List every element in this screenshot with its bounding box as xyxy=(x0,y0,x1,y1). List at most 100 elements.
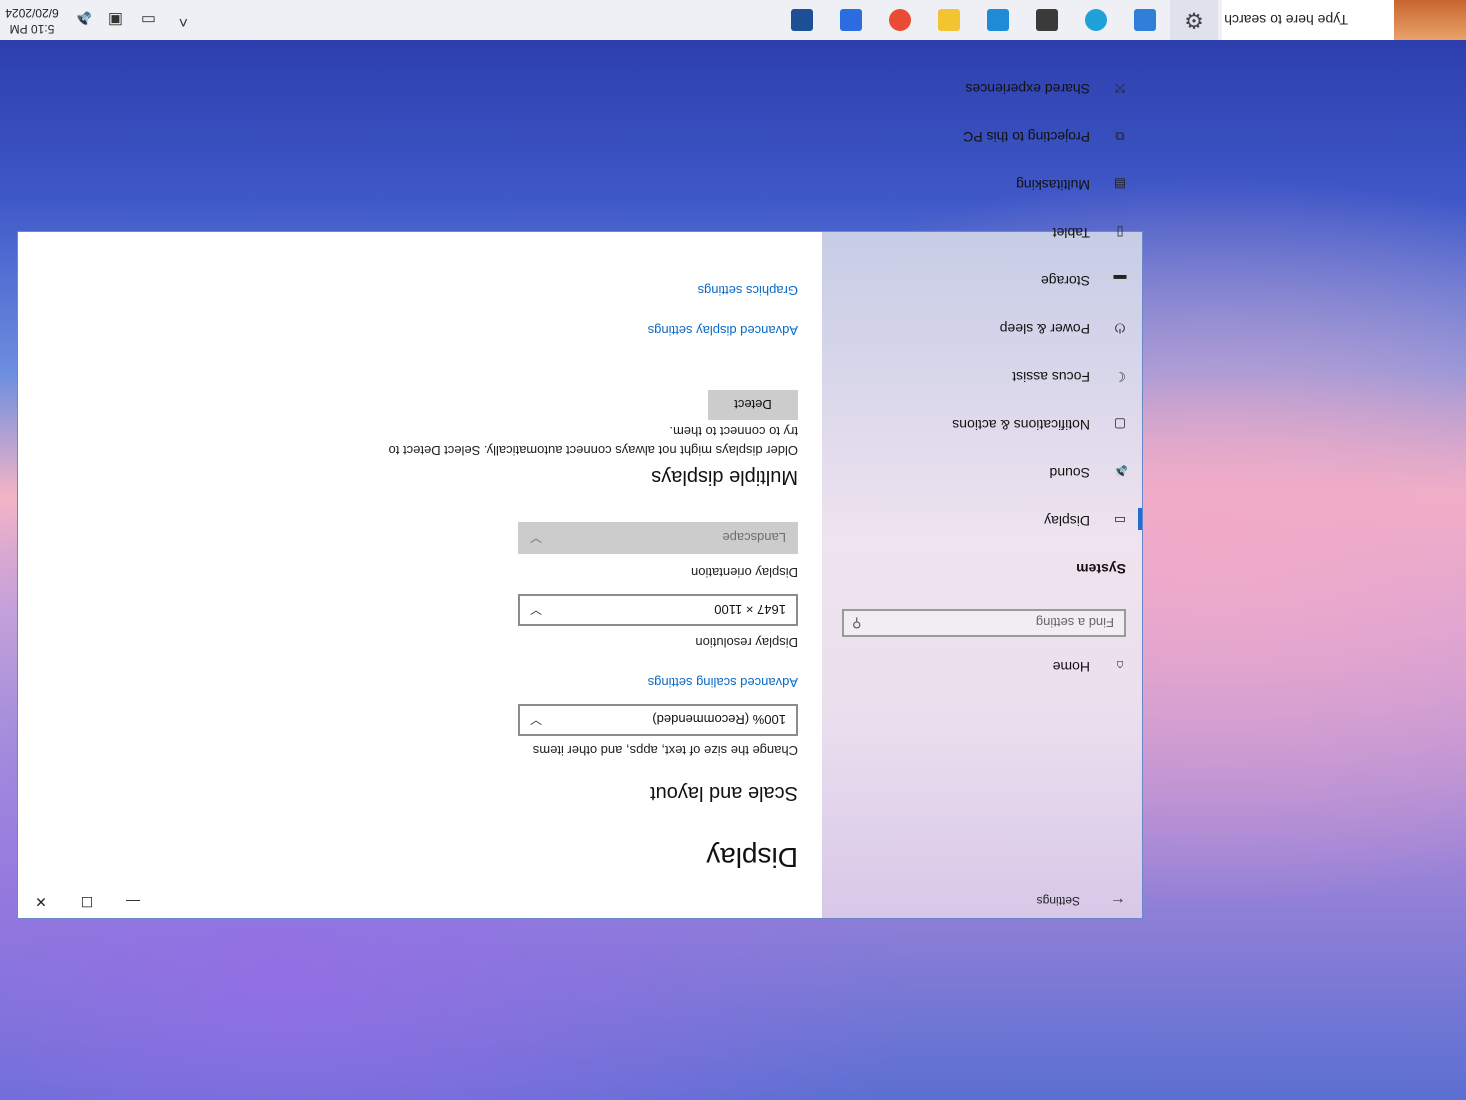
display-settings-content: — ☐ ✕ Display Scale and layout Change th… xyxy=(18,232,822,918)
advanced-display-link[interactable]: Advanced display settings xyxy=(648,323,798,338)
multiple-displays-heading: Multiple displays xyxy=(651,466,798,488)
graphics-settings-link[interactable]: Graphics settings xyxy=(698,283,798,298)
nav-item-label: Projecting to this PC xyxy=(963,129,1090,145)
multiple-displays-text-line1: Older displays might not always connect … xyxy=(388,443,798,458)
taskbar-python-button[interactable] xyxy=(933,4,965,36)
clock-date: 6/20/2024 xyxy=(5,6,59,20)
nav-item-power-sleep[interactable]: ⏻ Power & sleep xyxy=(822,306,1142,350)
minimize-button[interactable]: — xyxy=(110,886,156,918)
window-title: Settings xyxy=(1036,894,1080,908)
taskbar-media-player-button[interactable] xyxy=(1031,4,1063,36)
orientation-label: Display orientation xyxy=(691,565,798,580)
nav-item-shared-experiences[interactable]: ⤧ Shared experiences xyxy=(822,66,1142,110)
shared-icon: ⤧ xyxy=(1114,81,1126,96)
battery-icon[interactable]: ▣ xyxy=(108,10,123,30)
page-title: Display xyxy=(706,842,798,873)
chevron-down-icon: ﹀ xyxy=(530,602,543,616)
detect-button[interactable]: Detect xyxy=(708,390,798,420)
nav-item-tablet[interactable]: ▯ Tablet xyxy=(822,210,1142,254)
moon-icon: ☾ xyxy=(1114,369,1126,384)
scale-layout-heading: Scale and layout xyxy=(650,782,798,804)
volume-icon[interactable]: 🔈 xyxy=(72,10,92,30)
resolution-value: 1647 × 1100 xyxy=(714,602,786,617)
find-setting-placeholder: Find a setting xyxy=(1035,615,1114,630)
taskbar-todo-button[interactable] xyxy=(835,4,867,36)
taskbar-vscode-button[interactable] xyxy=(982,4,1014,36)
media-player-icon xyxy=(1036,9,1058,31)
nav-item-label: Storage xyxy=(1040,273,1090,289)
scale-dropdown[interactable]: 100% (Recommended) ﹀ xyxy=(518,704,798,736)
search-icon: ⚲ xyxy=(852,616,862,631)
store-icon xyxy=(791,9,813,31)
minimize-icon: — xyxy=(126,894,140,910)
chrome-icon xyxy=(889,9,911,31)
gear-icon: ⚙ xyxy=(1184,8,1204,33)
nav-item-label: Multitasking xyxy=(1016,177,1090,193)
notification-icon: ▢ xyxy=(1113,417,1127,432)
taskbar-clock[interactable]: 5:10 PM 6/20/2024 xyxy=(2,5,62,37)
nav-item-label: Display xyxy=(1044,513,1090,529)
taskbar-edge-button[interactable] xyxy=(1080,4,1112,36)
storage-icon: ▬ xyxy=(1113,272,1127,288)
nav-item-label: Shared experiences xyxy=(965,81,1090,97)
vscode-icon xyxy=(987,9,1009,31)
nav-item-multitasking[interactable]: ▤ Multitasking xyxy=(822,162,1142,206)
taskbar-control-panel-button[interactable] xyxy=(1129,4,1161,36)
nav-item-notifications-actions[interactable]: ▢ Notifications & actions xyxy=(822,402,1142,446)
projecting-icon: ⧉ xyxy=(1115,129,1125,144)
search-highlight-image xyxy=(1394,0,1466,40)
scale-label: Change the size of text, apps, and other… xyxy=(532,743,798,758)
home-icon: ⌂ xyxy=(1116,658,1124,674)
settings-nav-pane: ← Settings ⌂ Home Find a setting ⚲ Syste… xyxy=(822,81,1142,918)
chevron-down-icon: ﹀ xyxy=(530,712,543,726)
taskbar: Type here to search ⚙ ˄ ▭ ▣ 🔈 5:10 PM 6/… xyxy=(0,0,1466,40)
orientation-dropdown[interactable]: Landscape ﹀ xyxy=(518,522,798,554)
taskbar-store-button[interactable] xyxy=(786,4,818,36)
maximize-button[interactable]: ☐ xyxy=(64,886,110,918)
nav-section-system: System xyxy=(1076,561,1126,577)
multitasking-icon: ▤ xyxy=(1113,177,1127,192)
orientation-value: Landscape xyxy=(722,530,786,545)
chevron-down-icon: ﹀ xyxy=(530,530,543,544)
clock-time: 5:10 PM xyxy=(9,22,55,36)
nav-item-sound[interactable]: 🔉 Sound xyxy=(822,450,1142,494)
nav-item-label: Notifications & actions xyxy=(952,417,1090,433)
nav-home[interactable]: ⌂ Home xyxy=(822,644,1142,688)
nav-item-display[interactable]: ▭ Display xyxy=(822,498,1142,542)
taskbar-search-box[interactable]: Type here to search xyxy=(1222,0,1466,40)
nav-item-projecting-to-this-pc[interactable]: ⧉ Projecting to this PC xyxy=(822,114,1142,158)
speaker-icon: 🔉 xyxy=(1111,465,1129,480)
control-panel-icon xyxy=(1134,9,1156,31)
settings-window: ← Settings ⌂ Home Find a setting ⚲ Syste… xyxy=(18,81,1142,918)
taskbar-search-placeholder: Type here to search xyxy=(1224,12,1348,28)
power-icon: ⏻ xyxy=(1114,321,1126,336)
nav-item-focus-assist[interactable]: ☾ Focus assist xyxy=(822,354,1142,398)
taskbar-settings-button[interactable]: ⚙ xyxy=(1170,0,1218,40)
multiple-displays-text-line2: try to connect to them. xyxy=(669,424,798,439)
back-button[interactable]: ← xyxy=(1094,886,1142,918)
python-icon xyxy=(938,9,960,31)
nav-item-label: Power & sleep xyxy=(999,321,1090,337)
maximize-icon: ☐ xyxy=(80,894,94,911)
find-setting-input[interactable]: Find a setting ⚲ xyxy=(842,609,1126,637)
network-icon[interactable]: ▭ xyxy=(141,10,156,30)
close-button[interactable]: ✕ xyxy=(18,886,64,918)
desktop: Type here to search ⚙ ˄ ▭ ▣ 🔈 5:10 PM 6/… xyxy=(0,0,1466,1100)
nav-item-label: Sound xyxy=(1049,465,1090,481)
scale-value: 100% (Recommended) xyxy=(652,712,786,727)
resolution-dropdown[interactable]: 1647 × 1100 ﹀ xyxy=(518,594,798,626)
nav-home-label: Home xyxy=(1052,659,1090,675)
edge-icon xyxy=(1085,9,1107,31)
chevron-up-icon[interactable]: ˄ xyxy=(179,12,188,30)
nav-item-label: Tablet xyxy=(1052,225,1090,241)
back-arrow-icon: ← xyxy=(1110,894,1126,911)
nav-item-label: Focus assist xyxy=(1012,369,1090,385)
resolution-label: Display resolution xyxy=(695,635,798,650)
close-icon: ✕ xyxy=(35,894,47,911)
nav-item-storage[interactable]: ▬ Storage xyxy=(822,258,1142,302)
tablet-icon: ▯ xyxy=(1116,225,1124,240)
monitor-icon: ▭ xyxy=(1113,513,1127,528)
advanced-scaling-link[interactable]: Advanced scaling settings xyxy=(648,675,798,690)
taskbar-chrome-button[interactable] xyxy=(884,4,916,36)
todo-icon xyxy=(840,9,862,31)
